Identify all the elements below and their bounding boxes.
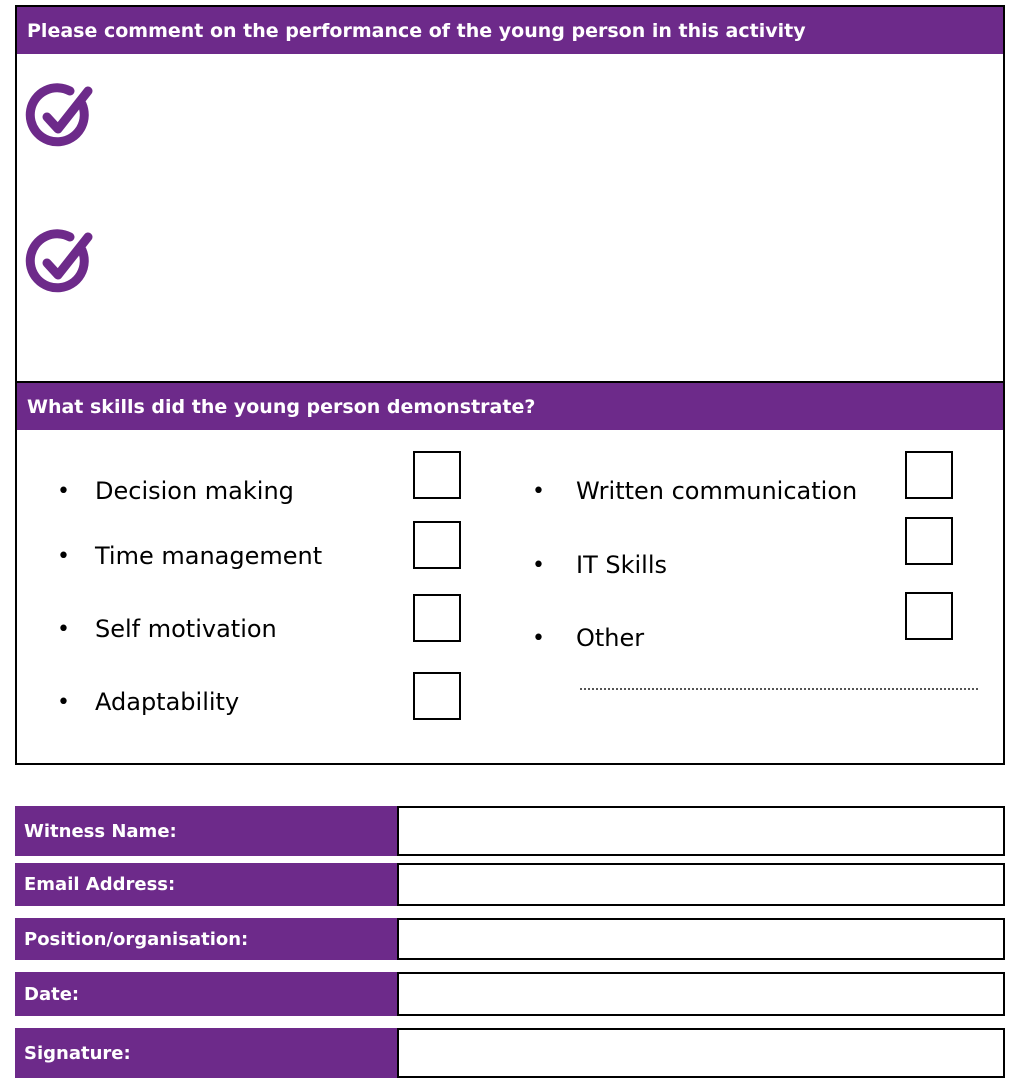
position-organisation-label: Position/organisation: <box>15 918 397 960</box>
email-address-label: Email Address: <box>15 863 397 906</box>
skill-checkbox-time-management[interactable] <box>413 521 461 569</box>
signature-field[interactable] <box>397 1028 1005 1078</box>
skill-checkbox-other[interactable] <box>905 592 953 640</box>
bullet: • <box>532 625 545 651</box>
bullet: • <box>532 478 545 504</box>
bullet: • <box>57 478 70 504</box>
skill-checkbox-self-motivation[interactable] <box>413 594 461 642</box>
other-skill-line[interactable] <box>580 688 978 690</box>
date-field[interactable] <box>397 972 1005 1016</box>
signature-label: Signature: <box>15 1028 397 1078</box>
skills-section-header: What skills did the young person demonst… <box>17 383 1003 430</box>
skill-label-time-management: Time management <box>95 542 323 570</box>
bullet: • <box>57 543 70 569</box>
check-circle-icon <box>25 229 93 293</box>
skill-checkbox-adaptability[interactable] <box>413 672 461 720</box>
comment-section <box>15 5 1005 383</box>
skill-label-self-motivation: Self motivation <box>95 615 277 643</box>
skill-checkbox-it-skills[interactable] <box>905 517 953 565</box>
bullet: • <box>57 689 70 715</box>
skill-checkbox-written-communication[interactable] <box>905 451 953 499</box>
date-label: Date: <box>15 972 397 1016</box>
witness-name-field[interactable] <box>397 806 1005 856</box>
skill-label-it-skills: IT Skills <box>576 551 668 579</box>
check-circle-icon <box>25 83 93 147</box>
email-address-field[interactable] <box>397 863 1005 906</box>
comment-section-header: Please comment on the performance of the… <box>17 7 1003 54</box>
bullet: • <box>57 616 70 642</box>
skill-checkbox-decision-making[interactable] <box>413 451 461 499</box>
skill-label-decision-making: Decision making <box>95 477 294 505</box>
bullet: • <box>532 552 545 578</box>
position-organisation-field[interactable] <box>397 918 1005 960</box>
skill-label-adaptability: Adaptability <box>95 688 240 716</box>
skill-label-written-communication: Written communication <box>576 477 858 505</box>
skill-label-other: Other <box>576 624 645 652</box>
witness-name-label: Witness Name: <box>15 806 397 856</box>
